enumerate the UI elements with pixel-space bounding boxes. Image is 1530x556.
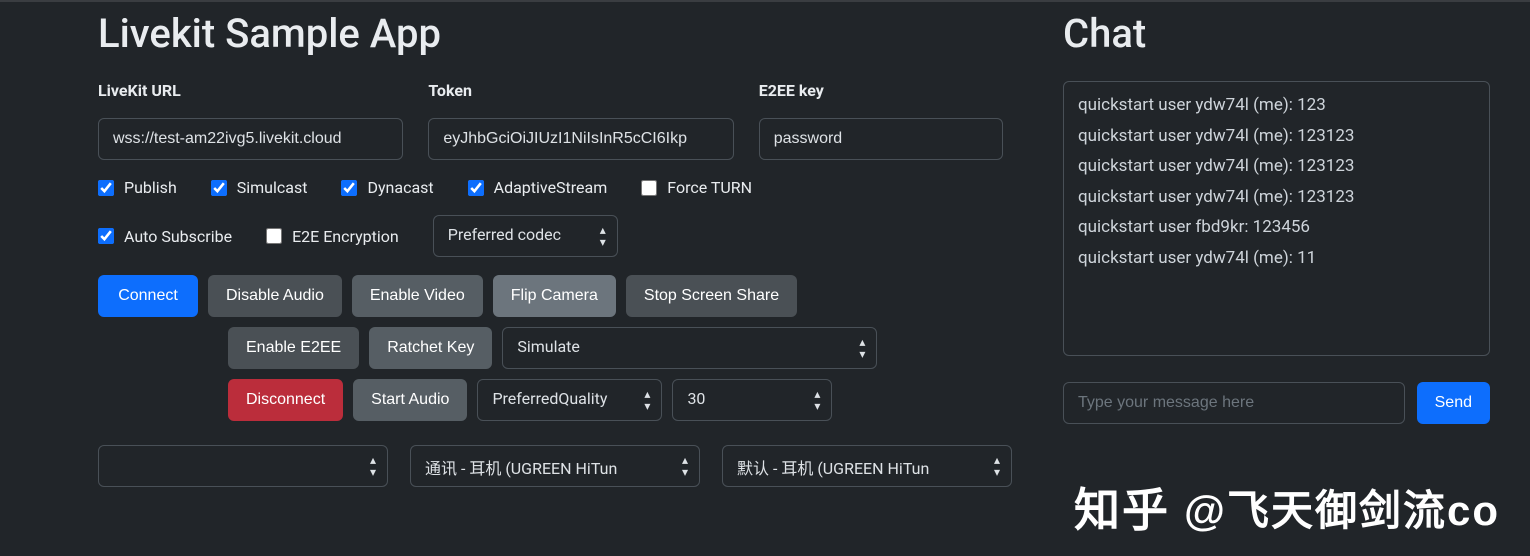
chat-message: quickstart user ydw74l (me): 123123 (1078, 182, 1475, 213)
watermark-text: @飞天御剑流co (1184, 477, 1500, 538)
force-turn-label[interactable]: Force TURN (667, 178, 752, 197)
token-label: Token (428, 81, 733, 100)
connect-button[interactable]: Connect (98, 275, 198, 317)
url-label: LiveKit URL (98, 81, 403, 100)
preferred-codec-select[interactable]: Preferred codec (433, 215, 618, 257)
simulate-select[interactable]: Simulate (502, 327, 877, 369)
watermark: 知乎 @飞天御剑流co (1074, 474, 1500, 540)
mic-select[interactable]: 通讯 - 耳机 (UGREEN HiTun (410, 445, 700, 487)
chat-message: quickstart user fbd9kr: 123456 (1078, 212, 1475, 243)
auto-subscribe-label[interactable]: Auto Subscribe (124, 227, 232, 246)
dynacast-label[interactable]: Dynacast (367, 178, 433, 197)
stop-screen-share-button[interactable]: Stop Screen Share (626, 275, 797, 317)
preferred-quality-select[interactable]: PreferredQuality (477, 379, 662, 421)
chat-input[interactable] (1063, 382, 1405, 424)
enable-e2ee-button[interactable]: Enable E2EE (228, 327, 359, 369)
simulcast-label[interactable]: Simulcast (237, 178, 308, 197)
chat-message: quickstart user ydw74l (me): 123123 (1078, 151, 1475, 182)
zhihu-logo: 知乎 (1074, 474, 1170, 540)
page-title: Livekit Sample App (98, 10, 1003, 57)
ratchet-key-button[interactable]: Ratchet Key (369, 327, 492, 369)
send-button[interactable]: Send (1417, 382, 1490, 424)
adaptive-label[interactable]: AdaptiveStream (494, 178, 608, 197)
token-input[interactable] (428, 118, 733, 160)
chat-message: quickstart user ydw74l (me): 123123 (1078, 121, 1475, 152)
url-input[interactable] (98, 118, 403, 160)
e2ee-label: E2EE key (759, 81, 1003, 100)
disable-audio-button[interactable]: Disable Audio (208, 275, 342, 317)
e2e-encryption-label[interactable]: E2E Encryption (292, 227, 399, 246)
e2ee-input[interactable] (759, 118, 1003, 160)
fps-select[interactable]: 30 (672, 379, 832, 421)
e2e-encryption-checkbox[interactable] (266, 228, 282, 244)
force-turn-checkbox[interactable] (641, 180, 657, 196)
speaker-select[interactable]: 默认 - 耳机 (UGREEN HiTun (722, 445, 1012, 487)
chat-title: Chat (1063, 10, 1490, 57)
dynacast-checkbox[interactable] (341, 180, 357, 196)
publish-label[interactable]: Publish (124, 178, 177, 197)
auto-subscribe-checkbox[interactable] (98, 228, 114, 244)
chat-log: quickstart user ydw74l (me): 123 quickst… (1063, 81, 1490, 356)
camera-select[interactable] (98, 445, 388, 487)
disconnect-button[interactable]: Disconnect (228, 379, 343, 421)
start-audio-button[interactable]: Start Audio (353, 379, 467, 421)
simulcast-checkbox[interactable] (211, 180, 227, 196)
adaptive-checkbox[interactable] (468, 180, 484, 196)
chat-message: quickstart user ydw74l (me): 11 (1078, 243, 1475, 274)
chat-message: quickstart user ydw74l (me): 123 (1078, 90, 1475, 121)
enable-video-button[interactable]: Enable Video (352, 275, 483, 317)
flip-camera-button[interactable]: Flip Camera (493, 275, 616, 317)
publish-checkbox[interactable] (98, 180, 114, 196)
